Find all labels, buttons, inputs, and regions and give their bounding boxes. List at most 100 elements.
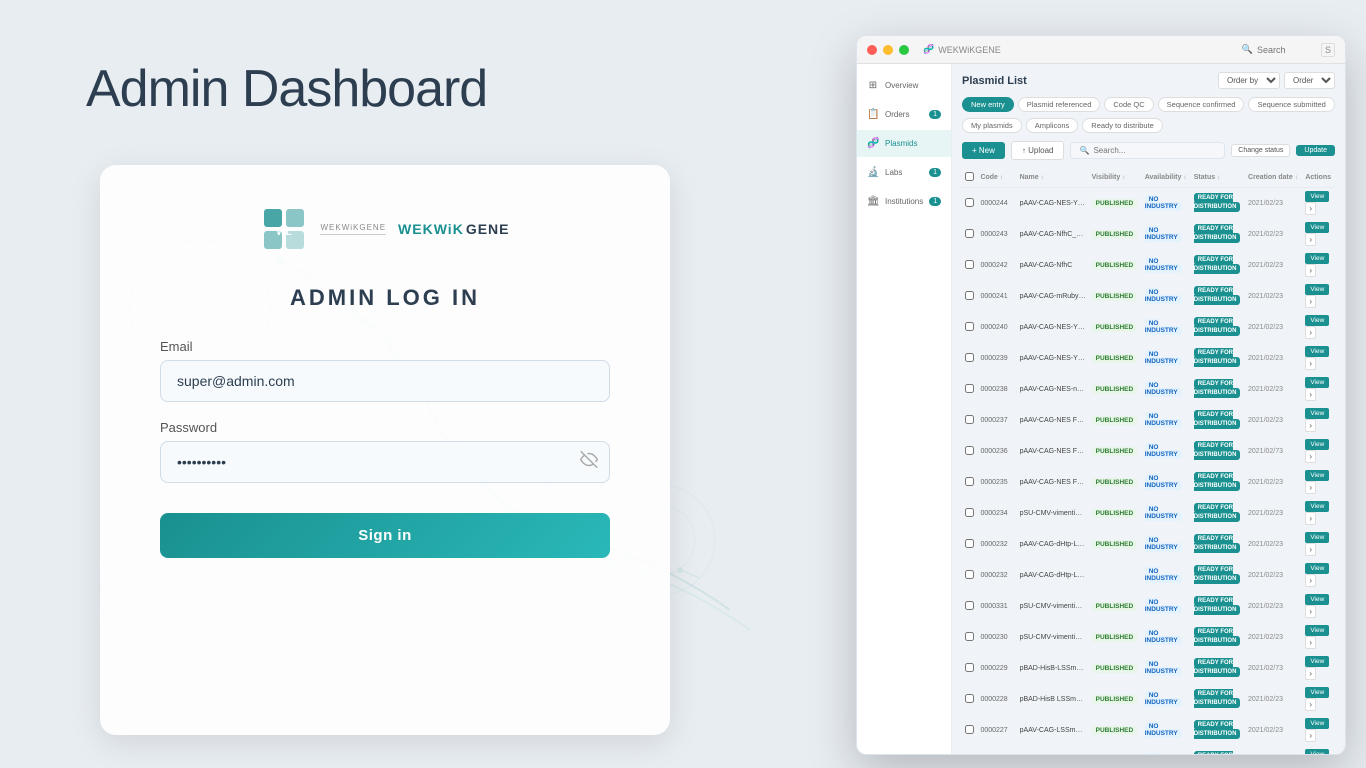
view-button-4[interactable]: View — [1305, 315, 1329, 326]
visibility-sort-icon[interactable]: ↕ — [1122, 175, 1125, 181]
status-cell: READY FORDISTRIBUTION — [1191, 529, 1245, 560]
code-sort-icon[interactable]: ↕ — [1000, 175, 1003, 181]
row-expand-button-4[interactable]: › — [1305, 326, 1316, 339]
window-close-button[interactable] — [867, 45, 877, 55]
view-button-15[interactable]: View — [1305, 656, 1329, 667]
view-button-7[interactable]: View — [1305, 408, 1329, 419]
row-checkbox-0[interactable] — [965, 198, 974, 207]
row-checkbox-13[interactable] — [965, 601, 974, 610]
row-expand-button-11[interactable]: › — [1305, 543, 1316, 556]
row-checkbox-6[interactable] — [965, 384, 974, 393]
row-expand-button-12[interactable]: › — [1305, 574, 1316, 587]
code-cell: 0000236 — [977, 436, 1016, 467]
view-button-10[interactable]: View — [1305, 501, 1329, 512]
row-expand-button-16[interactable]: › — [1305, 698, 1316, 711]
view-button-2[interactable]: View — [1305, 253, 1329, 264]
email-input[interactable] — [160, 360, 610, 402]
row-checkbox-10[interactable] — [965, 508, 974, 517]
sidebar-item-orders[interactable]: 📋 Orders 1 — [857, 101, 951, 128]
sidebar-item-overview[interactable]: ⊞ Overview — [857, 72, 951, 99]
row-checkbox-9[interactable] — [965, 477, 974, 486]
view-button-17[interactable]: View — [1305, 718, 1329, 729]
login-title: ADMIN LOG IN — [290, 285, 480, 311]
view-button-6[interactable]: View — [1305, 377, 1329, 388]
row-expand-button-10[interactable]: › — [1305, 512, 1316, 525]
sidebar-item-labs[interactable]: 🔬 Labs 1 — [857, 159, 951, 186]
table-row: 0000232 pAAV-CAG-dHtp-LSSmScarlet2 NO IN… — [962, 560, 1335, 591]
row-expand-button-8[interactable]: › — [1305, 450, 1316, 463]
name-sort-icon[interactable]: ↕ — [1041, 175, 1044, 181]
row-checkbox-16[interactable] — [965, 694, 974, 703]
order-select[interactable]: Order — [1284, 72, 1335, 89]
window-minimize-button[interactable] — [883, 45, 893, 55]
wekwik-brand: WEKWiK — [398, 221, 464, 237]
sign-in-button[interactable]: Sign in — [160, 513, 610, 558]
upload-button[interactable]: ↑ Upload — [1011, 141, 1065, 160]
filter-tab-sequence-submitted[interactable]: Sequence submitted — [1248, 97, 1334, 112]
row-checkbox-8[interactable] — [965, 446, 974, 455]
row-expand-button-9[interactable]: › — [1305, 481, 1316, 494]
sub-filter-amplicons[interactable]: Amplicons — [1026, 118, 1079, 133]
availability-badge: NO INDUSTRY — [1145, 691, 1182, 707]
row-checkbox-14[interactable] — [965, 632, 974, 641]
row-checkbox-1[interactable] — [965, 229, 974, 238]
row-expand-button-2[interactable]: › — [1305, 264, 1316, 277]
row-checkbox-11[interactable] — [965, 539, 974, 548]
sidebar-item-plasmids[interactable]: 🧬 Plasmids — [857, 130, 951, 157]
row-checkbox-7[interactable] — [965, 415, 974, 424]
row-expand-button-5[interactable]: › — [1305, 357, 1316, 370]
new-button[interactable]: + New — [962, 142, 1005, 159]
password-input[interactable] — [160, 441, 610, 483]
update-button[interactable]: Update — [1296, 145, 1335, 156]
filter-tab-new-entry[interactable]: New entry — [962, 97, 1014, 112]
window-maximize-button[interactable] — [899, 45, 909, 55]
row-checkbox-3[interactable] — [965, 291, 974, 300]
row-expand-button-14[interactable]: › — [1305, 636, 1316, 649]
status-cell: READY FORDISTRIBUTION — [1191, 684, 1245, 715]
view-button-1[interactable]: View — [1305, 222, 1329, 233]
date-sort-icon[interactable]: ↕ — [1295, 175, 1298, 181]
row-checkbox-5[interactable] — [965, 353, 974, 362]
view-button-0[interactable]: View — [1305, 191, 1329, 202]
select-all-checkbox[interactable] — [965, 172, 974, 181]
row-expand-button-15[interactable]: › — [1305, 667, 1316, 680]
availability-sort-icon[interactable]: ↕ — [1183, 175, 1186, 181]
order-by-select[interactable]: Order by — [1218, 72, 1280, 89]
row-expand-button-17[interactable]: › — [1305, 729, 1316, 742]
row-checkbox-12[interactable] — [965, 570, 974, 579]
filter-tab-plasmid-referenced[interactable]: Plasmid referenced — [1018, 97, 1101, 112]
view-button-18[interactable]: View — [1305, 749, 1329, 754]
filter-tab-code-qc[interactable]: Code QC — [1104, 97, 1153, 112]
row-expand-button-1[interactable]: › — [1305, 233, 1316, 246]
status-sort-icon[interactable]: ↕ — [1217, 175, 1220, 181]
row-expand-button-6[interactable]: › — [1305, 388, 1316, 401]
password-toggle-icon[interactable] — [580, 451, 598, 474]
row-expand-button-0[interactable]: › — [1305, 202, 1316, 215]
view-button-12[interactable]: View — [1305, 563, 1329, 574]
availability-cell: NO INDUSTRY — [1142, 312, 1191, 343]
sub-filter-ready-to-distribute[interactable]: Ready to distribute — [1082, 118, 1163, 133]
row-checkbox-2[interactable] — [965, 260, 974, 269]
window-search-input[interactable] — [1257, 45, 1317, 55]
filter-tab-sequence-confirmed[interactable]: Sequence confirmed — [1158, 97, 1245, 112]
view-button-11[interactable]: View — [1305, 532, 1329, 543]
name-cell: pSU-CMV-vimentin-LSSmScarlet — [1017, 498, 1089, 529]
inline-search-input[interactable] — [1093, 146, 1203, 155]
view-button-16[interactable]: View — [1305, 687, 1329, 698]
row-expand-button-7[interactable]: › — [1305, 419, 1316, 432]
view-button-3[interactable]: View — [1305, 284, 1329, 295]
row-checkbox-4[interactable] — [965, 322, 974, 331]
row-checkbox-17[interactable] — [965, 725, 974, 734]
change-status-button[interactable]: Change status — [1231, 144, 1290, 157]
view-button-14[interactable]: View — [1305, 625, 1329, 636]
sub-filter-my-plasmids[interactable]: My plasmids — [962, 118, 1022, 133]
row-expand-button-3[interactable]: › — [1305, 295, 1316, 308]
view-button-5[interactable]: View — [1305, 346, 1329, 357]
view-button-13[interactable]: View — [1305, 594, 1329, 605]
row-checkbox-15[interactable] — [965, 663, 974, 672]
row-expand-button-13[interactable]: › — [1305, 605, 1316, 618]
view-button-9[interactable]: View — [1305, 470, 1329, 481]
view-button-8[interactable]: View — [1305, 439, 1329, 450]
table-header: Code ↕ Name ↕ Visibility ↕ Availability … — [962, 168, 1335, 188]
sidebar-item-institutions[interactable]: 🏛 Institutions 1 — [857, 188, 951, 215]
